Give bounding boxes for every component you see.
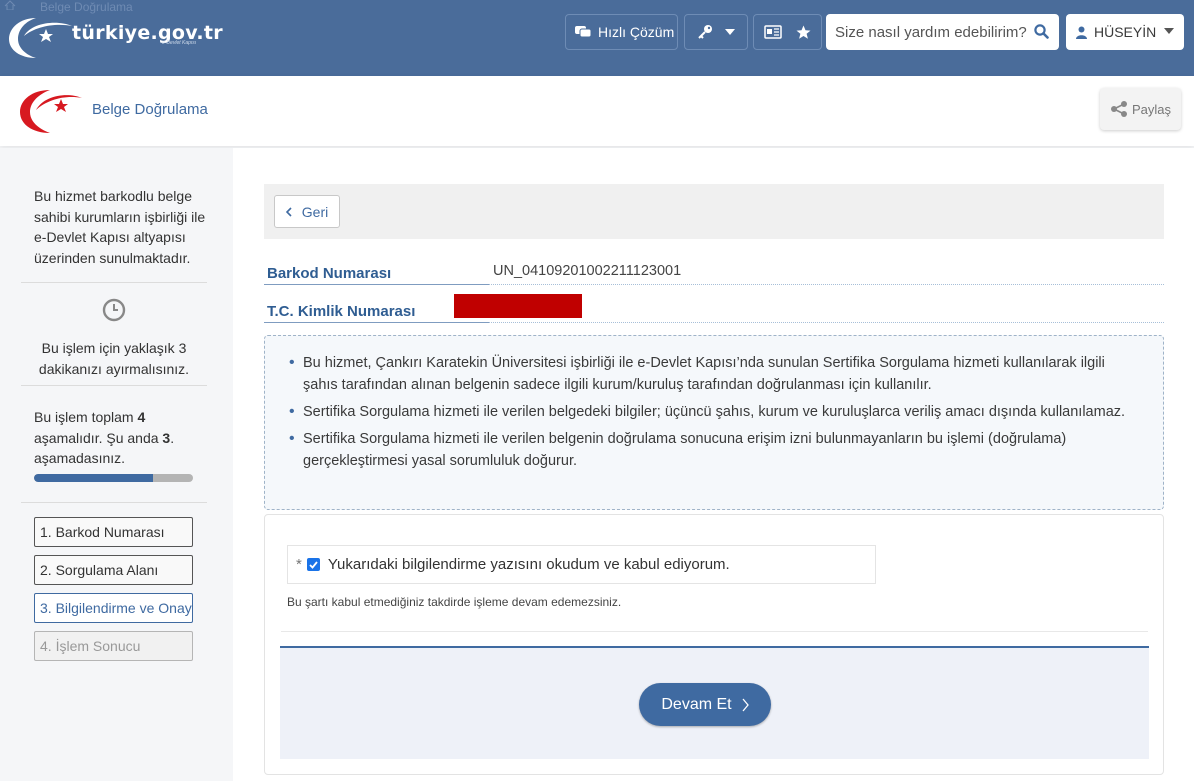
user-menu-button[interactable]: HÜSEYİN: [1066, 14, 1184, 50]
id-card-icon: [764, 25, 782, 39]
top-bar: Belge Doğrulama türkiye.gov.tr e-Devlet …: [0, 0, 1194, 76]
acceptance-hint: Bu şartı kabul etmediğiniz takdirde işle…: [287, 595, 622, 609]
notice-item: Bu hizmet, Çankırı Karatekin Üniversites…: [289, 352, 1143, 396]
user-icon: [1076, 26, 1087, 39]
chevron-right-icon: [742, 698, 749, 711]
star-icon: [796, 25, 811, 39]
continue-label: Devam Et: [661, 695, 732, 713]
back-button[interactable]: Geri: [274, 195, 340, 228]
step-result: 4. İşlem Sonucu: [34, 631, 193, 661]
divider: [21, 502, 207, 503]
step-query[interactable]: 2. Sorgulama Alanı: [34, 555, 193, 585]
share-label: Paylaş: [1131, 101, 1172, 117]
user-name: HÜSEYİN: [1094, 24, 1157, 40]
divider: [281, 631, 1148, 632]
service-description: Bu hizmet barkodlu belge sahibi kurumlar…: [34, 188, 206, 266]
divider: [21, 385, 207, 386]
back-label: Geri: [301, 203, 329, 220]
barcode-label: Barkod Numarası: [267, 265, 392, 282]
chat-icon: [575, 26, 592, 38]
login-options-button[interactable]: [684, 14, 748, 50]
service-title: Belge Doğrulama: [92, 101, 208, 118]
chevron-down-icon: [725, 29, 735, 35]
information-notice: Bu hizmet, Çankırı Karatekin Üniversites…: [264, 335, 1164, 510]
share-icon: [1110, 101, 1127, 117]
notice-item: Sertifika Sorgulama hizmeti ile verilen …: [289, 401, 1143, 423]
step-barcode[interactable]: 1. Barkod Numarası: [34, 517, 193, 547]
home-icon[interactable]: [4, 0, 16, 10]
acceptance-checkbox-row[interactable]: * Yukarıdaki bilgilendirme yazısını okud…: [287, 545, 876, 584]
main-content: Geri Barkod Numarası UN_0410920100221112…: [233, 148, 1194, 781]
step-progress-bar: [34, 474, 193, 482]
divider: [21, 282, 207, 283]
continue-button[interactable]: Devam Et: [639, 683, 771, 726]
required-mark: *: [296, 556, 302, 573]
logo-tagline: e-Devlet Kapısı: [162, 40, 197, 46]
crescent-star-logo-icon[interactable]: [18, 84, 84, 136]
step-information-approval[interactable]: 3. Bilgilendirme ve Onay: [34, 593, 193, 623]
search-box: [826, 14, 1059, 50]
barcode-value: UN_04109201002211123001: [493, 263, 682, 279]
estimated-time: Bu işlem için yaklaşık 3 dakikanızı ayır…: [38, 340, 190, 377]
notice-item: Sertifika Sorgulama hizmeti ile verilen …: [289, 428, 1143, 472]
acceptance-label[interactable]: Yukarıdaki bilgilendirme yazısını okudum…: [328, 556, 730, 573]
tc-row: T.C. Kimlik Numarası: [264, 285, 1164, 323]
back-bar: Geri: [264, 184, 1164, 239]
key-icon: [698, 25, 712, 39]
search-icon[interactable]: [1034, 24, 1049, 39]
quick-solution-button[interactable]: Hızlı Çözüm: [565, 14, 678, 50]
step-progress-fill: [34, 474, 154, 482]
search-input[interactable]: [835, 15, 1035, 49]
logo-text: türkiye.gov.tr: [72, 22, 223, 44]
favorites-button[interactable]: [753, 14, 822, 50]
step-status-text: Bu işlem toplam: [34, 409, 138, 425]
checkmark-icon: [309, 560, 318, 569]
redacted-tc-number: [454, 294, 582, 318]
confirmation-panel: * Yukarıdaki bilgilendirme yazısını okud…: [264, 514, 1164, 775]
barcode-row: Barkod Numarası UN_04109201002211123001: [264, 247, 1164, 285]
quick-solution-label: Hızlı Çözüm: [598, 24, 675, 40]
service-header: Belge Doğrulama Paylaş: [0, 76, 1194, 146]
step-status-text: aşamalıdır. Şu anda: [34, 429, 163, 446]
chevron-down-icon: [1164, 28, 1174, 34]
clock-icon: [102, 298, 126, 322]
action-area: Devam Et: [280, 646, 1149, 759]
crescent-star-logo-icon: [9, 18, 72, 58]
acceptance-checkbox[interactable]: [306, 558, 320, 571]
share-button[interactable]: Paylaş: [1100, 88, 1181, 130]
tc-label: T.C. Kimlik Numarası: [267, 303, 416, 320]
sidebar: Bu hizmet barkodlu belge sahibi kurumlar…: [0, 148, 233, 781]
step-total: 4: [137, 409, 146, 425]
divider: [264, 322, 489, 323]
chevron-left-icon: [285, 206, 292, 217]
step-status: Bu işlem toplam 4 aşamalıdır. Şu anda 3.…: [34, 407, 204, 469]
